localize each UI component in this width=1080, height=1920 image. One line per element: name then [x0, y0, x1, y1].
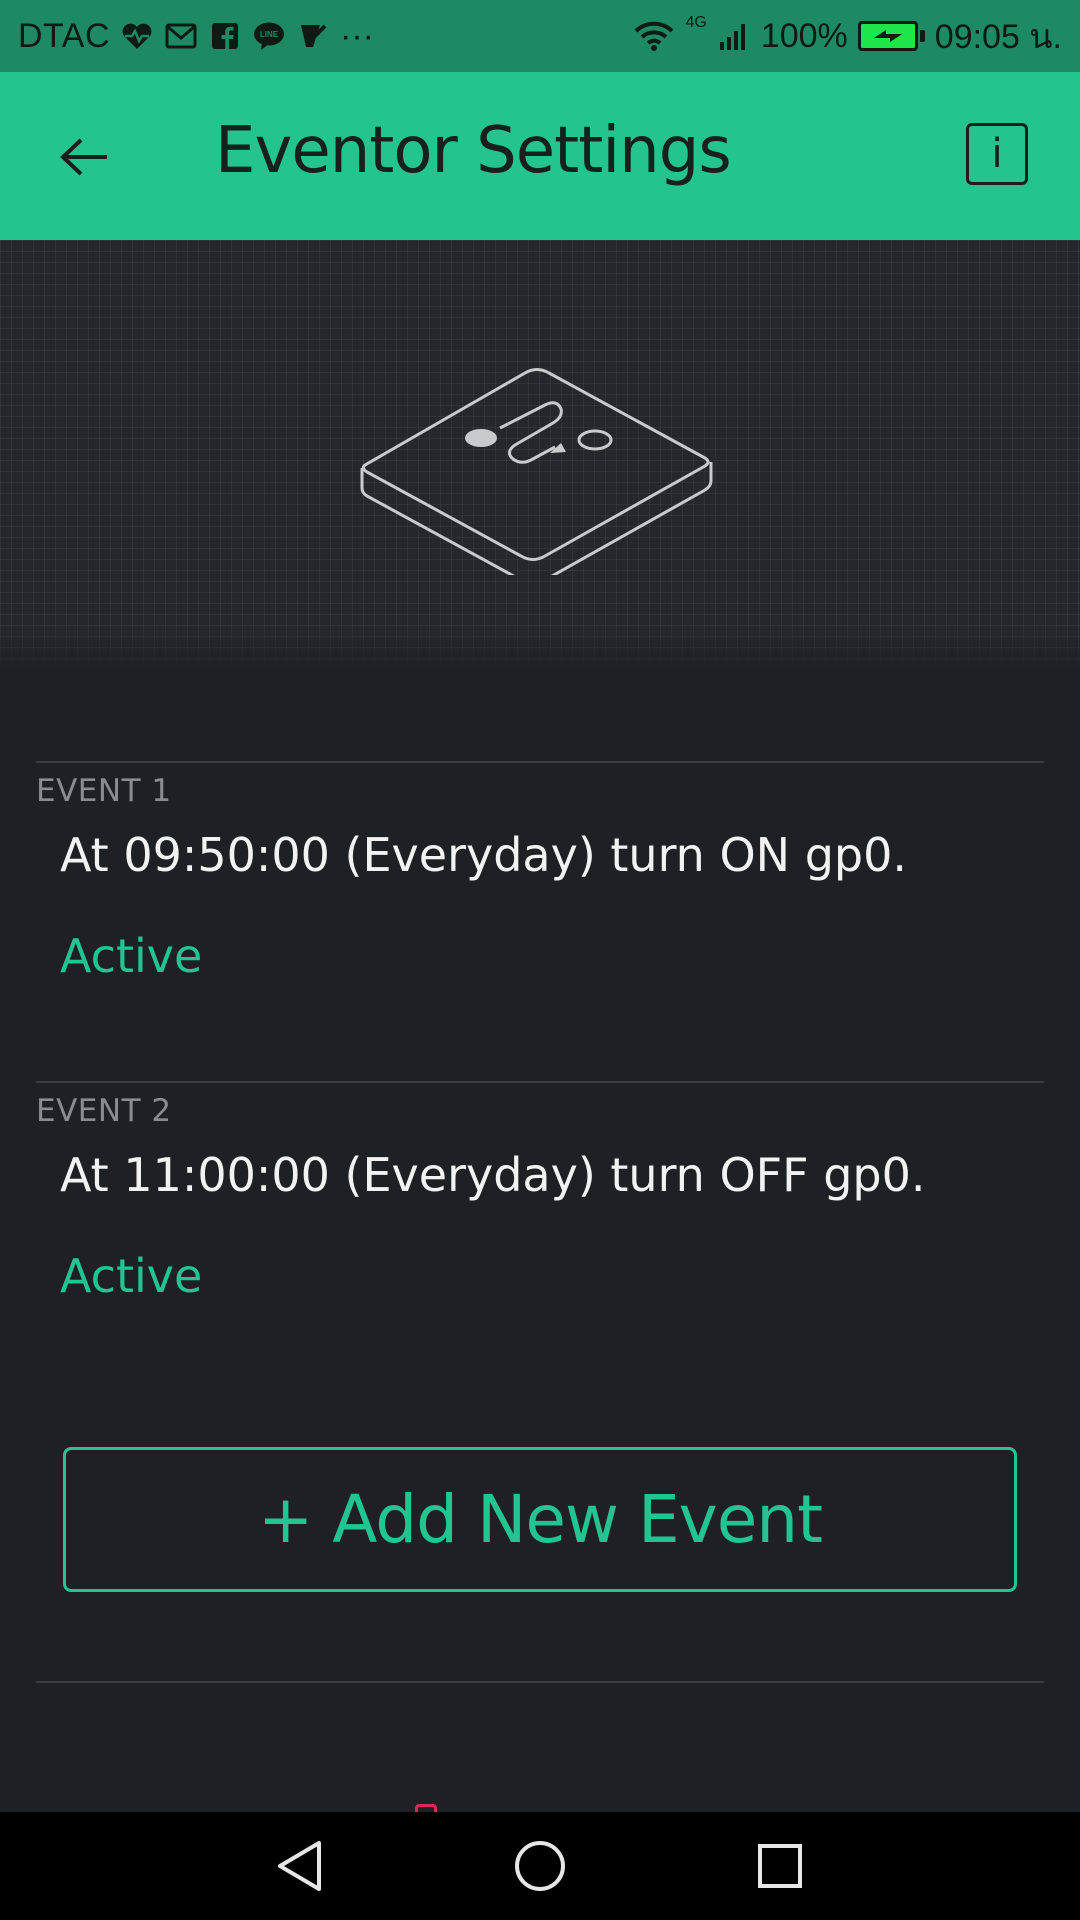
add-new-event-button[interactable]: + Add New Event: [63, 1447, 1017, 1592]
square-recents-icon: [758, 1844, 802, 1888]
status-bar: DTAC LINE ··· 4G 100% 09:05 น.: [0, 0, 1080, 72]
event-description[interactable]: At 09:50:00 (Everyday) turn ON gp0.: [60, 828, 907, 882]
battery-charging-icon: [857, 21, 925, 51]
heart-pulse-icon: [120, 19, 154, 53]
event-description[interactable]: At 11:00:00 (Everyday) turn OFF gp0.: [60, 1148, 926, 1202]
facebook-icon: [208, 19, 242, 53]
svg-text:LINE: LINE: [260, 30, 279, 39]
event-label: EVENT 2: [36, 1093, 172, 1129]
info-icon: i: [991, 131, 1003, 177]
system-nav-bar: [0, 1812, 1080, 1920]
triangle-back-icon: [278, 1841, 321, 1891]
line-icon: LINE: [252, 19, 286, 53]
event-status: Active: [60, 929, 203, 983]
arrow-left-icon: [60, 138, 107, 176]
circle-home-icon: [515, 1841, 565, 1891]
event-status: Active: [60, 1249, 203, 1303]
eventor-device-icon: [360, 368, 713, 575]
nav-recents-button[interactable]: [750, 1836, 810, 1896]
event-label: EVENT 1: [36, 773, 172, 809]
network-type: 4G: [685, 14, 707, 31]
battery-percent: 100%: [760, 16, 848, 55]
back-button[interactable]: [50, 122, 120, 192]
signal-icon: [717, 19, 751, 53]
nav-back-button[interactable]: [270, 1836, 330, 1896]
info-button[interactable]: i: [966, 123, 1028, 185]
carrier-name: DTAC: [18, 16, 111, 55]
check-app-icon: [296, 19, 330, 53]
divider: [36, 1681, 1044, 1683]
status-bar-left: DTAC LINE ···: [0, 17, 374, 56]
divider: [36, 761, 1044, 763]
page-title: Eventor Settings: [215, 114, 732, 188]
nav-home-button[interactable]: [510, 1836, 570, 1896]
clock: 09:05 น.: [934, 18, 1062, 56]
status-bar-right: 4G 100% 09:05 น.: [633, 0, 1062, 72]
widget-header-illustration: [0, 240, 1080, 670]
divider: [36, 1081, 1044, 1083]
gmail-icon: [164, 19, 198, 53]
app-bar: Eventor Settings i: [0, 72, 1080, 240]
wifi-icon: [633, 19, 675, 53]
more-notifications: ···: [340, 16, 374, 55]
